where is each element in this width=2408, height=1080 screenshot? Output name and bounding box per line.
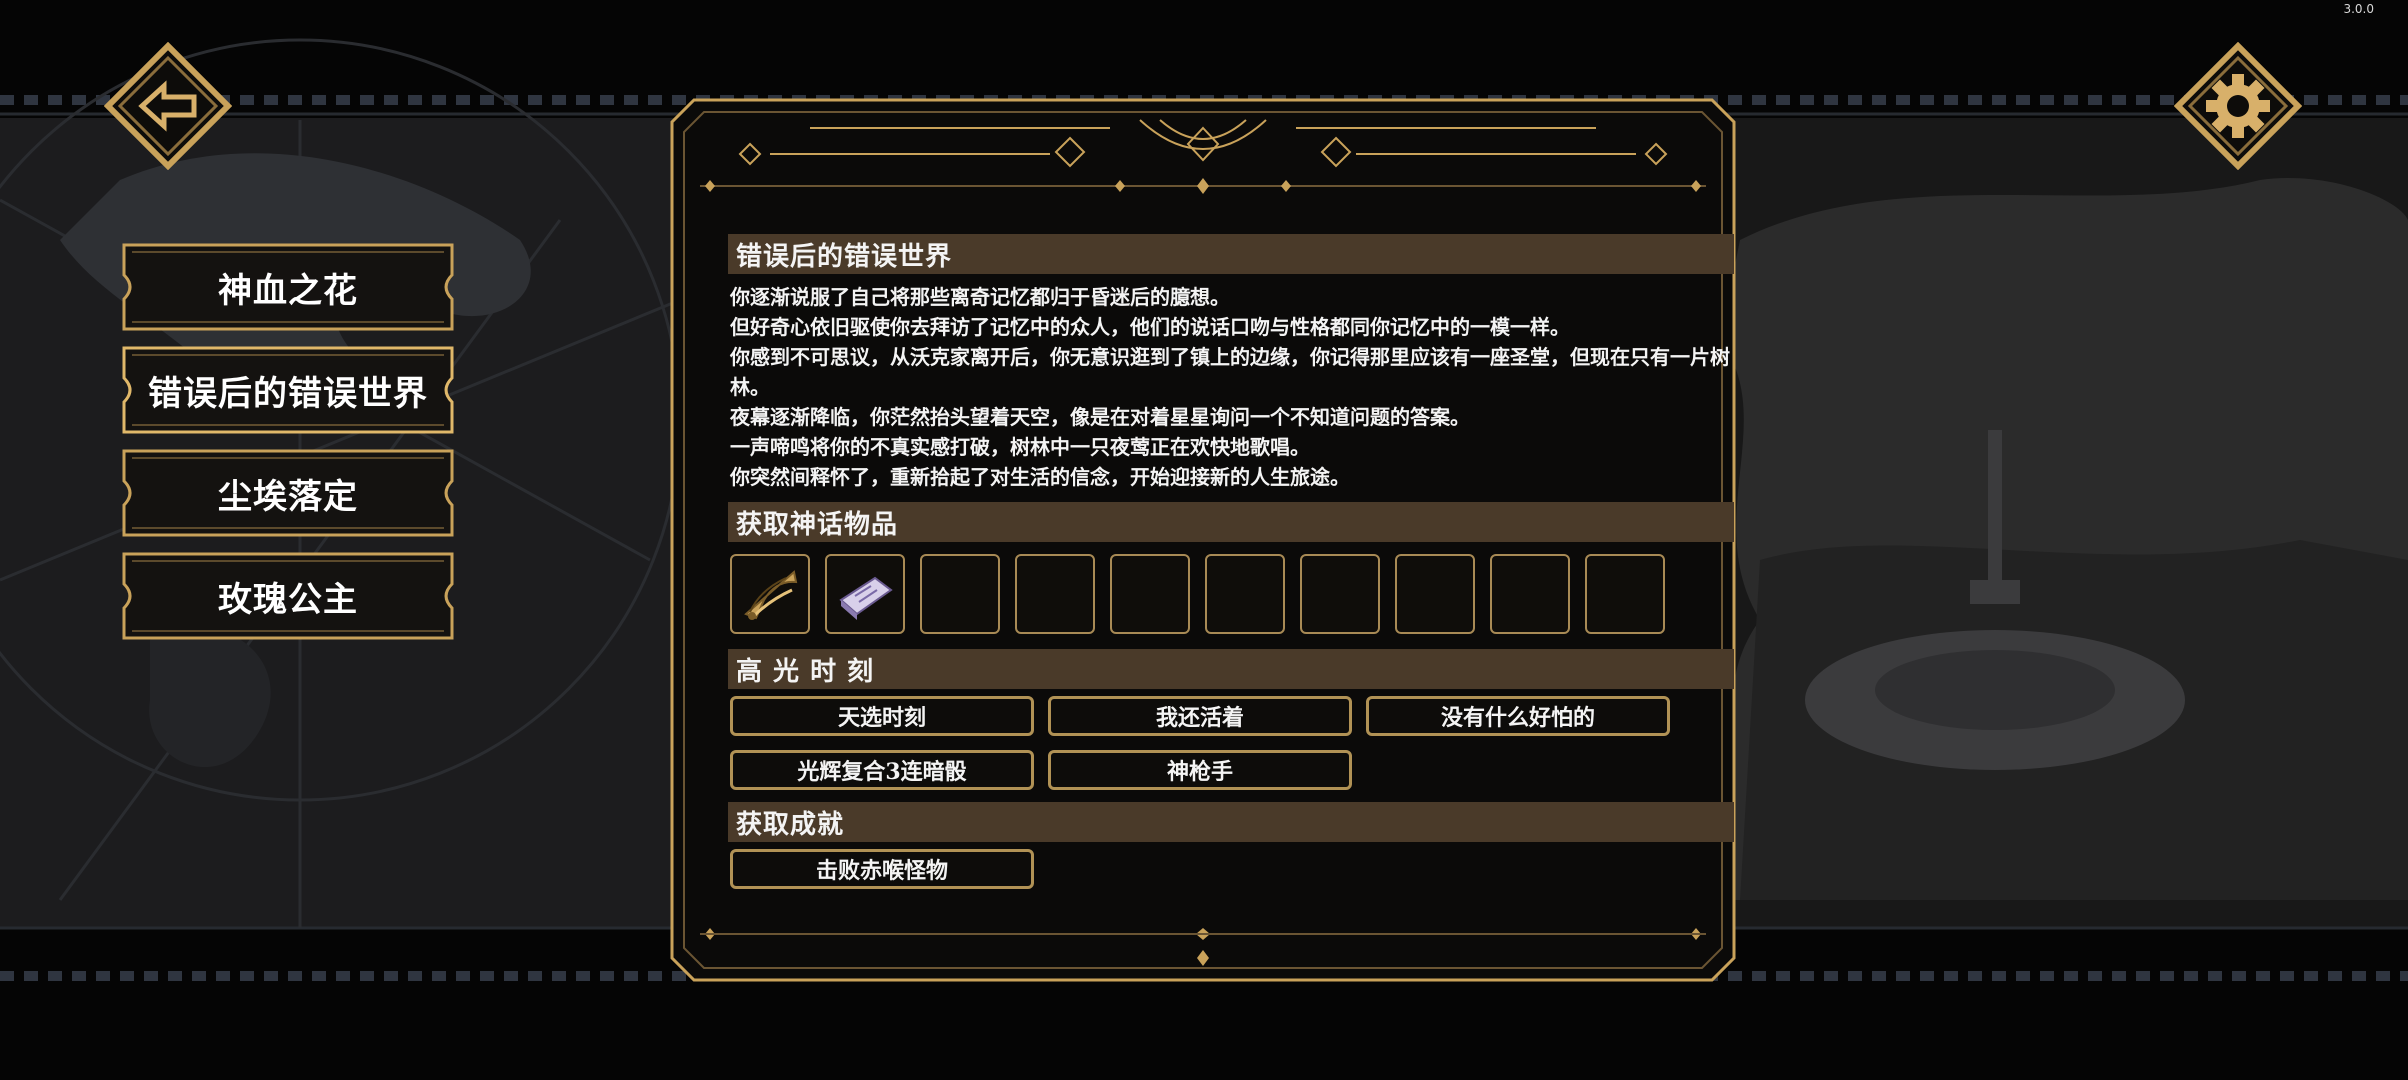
- highlights-header: 高 光 时 刻: [728, 649, 1734, 689]
- settings-button[interactable]: [2174, 42, 2302, 170]
- highlight-badge[interactable]: 天选时刻: [730, 696, 1034, 736]
- highlight-badge[interactable]: 光辉复合3连暗骰: [730, 750, 1034, 790]
- spellbook-icon: [839, 576, 893, 620]
- story-line: 你感到不可思议，从沃克家离开后，你无意识逛到了镇上的边缘，你记得那里应该有一座圣…: [730, 345, 1730, 399]
- story-line: 但好奇心依旧驱使你去拜访了记忆中的众人，他们的说话口吻与性格都同你记忆中的一模一…: [730, 315, 1570, 339]
- chapter-tab-label: 尘埃落定: [218, 476, 358, 517]
- item-slot-2[interactable]: [825, 554, 905, 634]
- version-label: 3.0.0: [2343, 2, 2374, 16]
- chapter-tab-label: 玫瑰公主: [218, 579, 358, 620]
- item-slot-3[interactable]: [920, 554, 1000, 634]
- chapter-tab-2[interactable]: 错误后的错误世界: [122, 346, 454, 434]
- chapter-tab-4[interactable]: 玫瑰公主: [122, 552, 454, 640]
- ending-detail-panel: 错误后的错误世界 你逐渐说服了自己将那些离奇记忆都归于昏迷后的臆想。 但好奇心依…: [670, 98, 1736, 982]
- story-text: 你逐渐说服了自己将那些离奇记忆都归于昏迷后的臆想。 但好奇心依旧驱使你去拜访了记…: [730, 282, 1734, 492]
- story-line: 你逐渐说服了自己将那些离奇记忆都归于昏迷后的臆想。: [730, 285, 1230, 309]
- gear-icon: [2174, 42, 2302, 170]
- golden-fan-icon: [744, 570, 798, 620]
- highlight-badge[interactable]: 我还活着: [1048, 696, 1352, 736]
- item-slot-5[interactable]: [1110, 554, 1190, 634]
- highlight-badge[interactable]: 神枪手: [1048, 750, 1352, 790]
- ending-title: 错误后的错误世界: [728, 234, 1734, 274]
- back-arrow-icon: [104, 42, 232, 170]
- item-slot-9[interactable]: [1490, 554, 1570, 634]
- item-slot-6[interactable]: [1205, 554, 1285, 634]
- highlight-badge[interactable]: 没有什么好怕的: [1366, 696, 1670, 736]
- item-slot-7[interactable]: [1300, 554, 1380, 634]
- chapter-tab-label: 错误后的错误世界: [148, 373, 428, 414]
- story-line: 一声啼鸣将你的不真实感打破，树林中一只夜莺正在欢快地歌唱。: [730, 435, 1310, 459]
- chapter-tab-1[interactable]: 神血之花: [122, 243, 454, 331]
- item-slot-10[interactable]: [1585, 554, 1665, 634]
- back-button[interactable]: [104, 42, 232, 170]
- achievement-badge[interactable]: 击败赤喉怪物: [730, 849, 1034, 889]
- item-slot-1[interactable]: [730, 554, 810, 634]
- story-line: 你突然间释怀了，重新拾起了对生活的信念，开始迎接新的人生旅途。: [730, 465, 1350, 489]
- chapter-tab-label: 神血之花: [218, 270, 358, 311]
- item-slot-8[interactable]: [1395, 554, 1475, 634]
- achievements-header: 获取成就: [728, 802, 1734, 842]
- chapter-tab-3[interactable]: 尘埃落定: [122, 449, 454, 537]
- story-line: 夜幕逐渐降临，你茫然抬头望着天空，像是在对着星星询问一个不知道问题的答案。: [730, 405, 1470, 429]
- items-header: 获取神话物品: [728, 502, 1734, 542]
- item-slot-4[interactable]: [1015, 554, 1095, 634]
